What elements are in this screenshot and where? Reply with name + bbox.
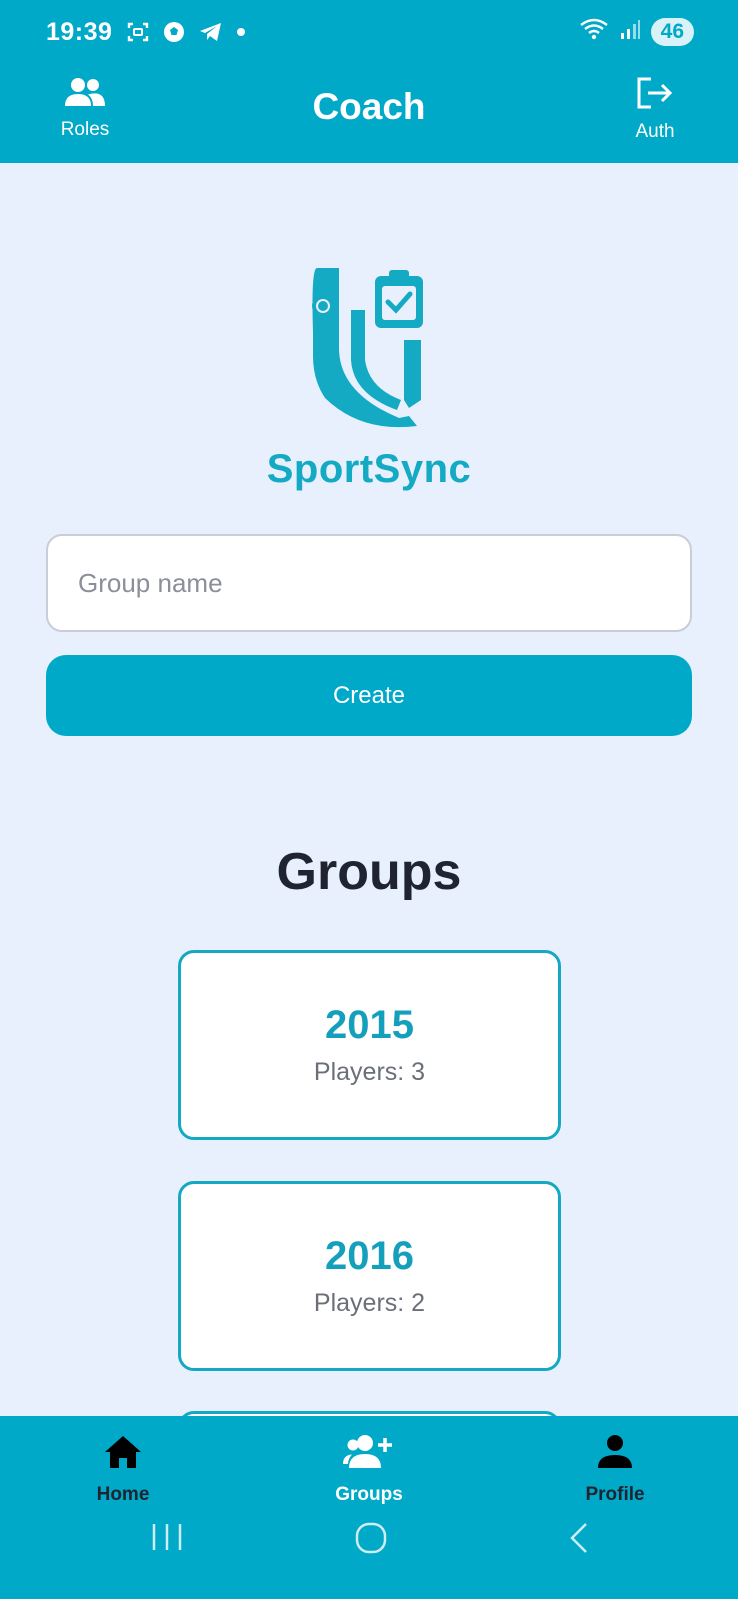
home-icon [103, 1434, 143, 1476]
sportsync-shield-clipboard-icon [309, 268, 429, 445]
auth-button[interactable]: Auth [610, 76, 700, 143]
screenshot-icon [126, 20, 150, 44]
signal-icon [619, 18, 641, 47]
status-icons-left [126, 20, 246, 44]
top-app-bar: 19:39 46 Roles Coach Auth [0, 0, 738, 163]
telegram-icon [198, 20, 224, 44]
system-navigation-bar [0, 1500, 738, 1580]
nav-groups[interactable]: Groups [299, 1434, 439, 1506]
app-logo: SportSync [0, 268, 738, 492]
group-name-input[interactable] [46, 534, 692, 632]
add-group-icon [343, 1434, 395, 1476]
soccer-ball-icon [162, 20, 186, 44]
status-bar: 19:39 46 [0, 0, 738, 64]
home-circle-icon[interactable] [354, 1522, 388, 1559]
wifi-icon [579, 17, 609, 48]
auth-label: Auth [635, 121, 675, 142]
notification-dot-icon [236, 27, 246, 37]
group-card-2016[interactable]: 2016 Players: 2 [178, 1181, 561, 1371]
battery-indicator: 46 [650, 18, 694, 46]
logout-icon [635, 76, 675, 115]
logo-text: SportSync [266, 447, 472, 491]
group-players-count: Players: 2 [313, 1289, 426, 1317]
person-icon [596, 1434, 634, 1476]
group-players-count: Players: 3 [313, 1058, 426, 1086]
group-name: 2016 [325, 1234, 414, 1278]
bottom-navigation: Home Groups Profile [0, 1416, 738, 1599]
nav-home[interactable]: Home [53, 1434, 193, 1506]
create-group-button[interactable]: Create [46, 655, 692, 736]
groups-section-title: Groups [276, 843, 462, 901]
group-card-2015[interactable]: 2015 Players: 3 [178, 950, 561, 1140]
nav-profile[interactable]: Profile [545, 1434, 685, 1506]
group-name: 2015 [325, 1003, 414, 1047]
status-time: 19:39 [46, 17, 113, 46]
status-icons-right: 46 [579, 17, 694, 48]
back-icon[interactable] [566, 1522, 592, 1559]
recents-icon[interactable] [150, 1522, 184, 1557]
